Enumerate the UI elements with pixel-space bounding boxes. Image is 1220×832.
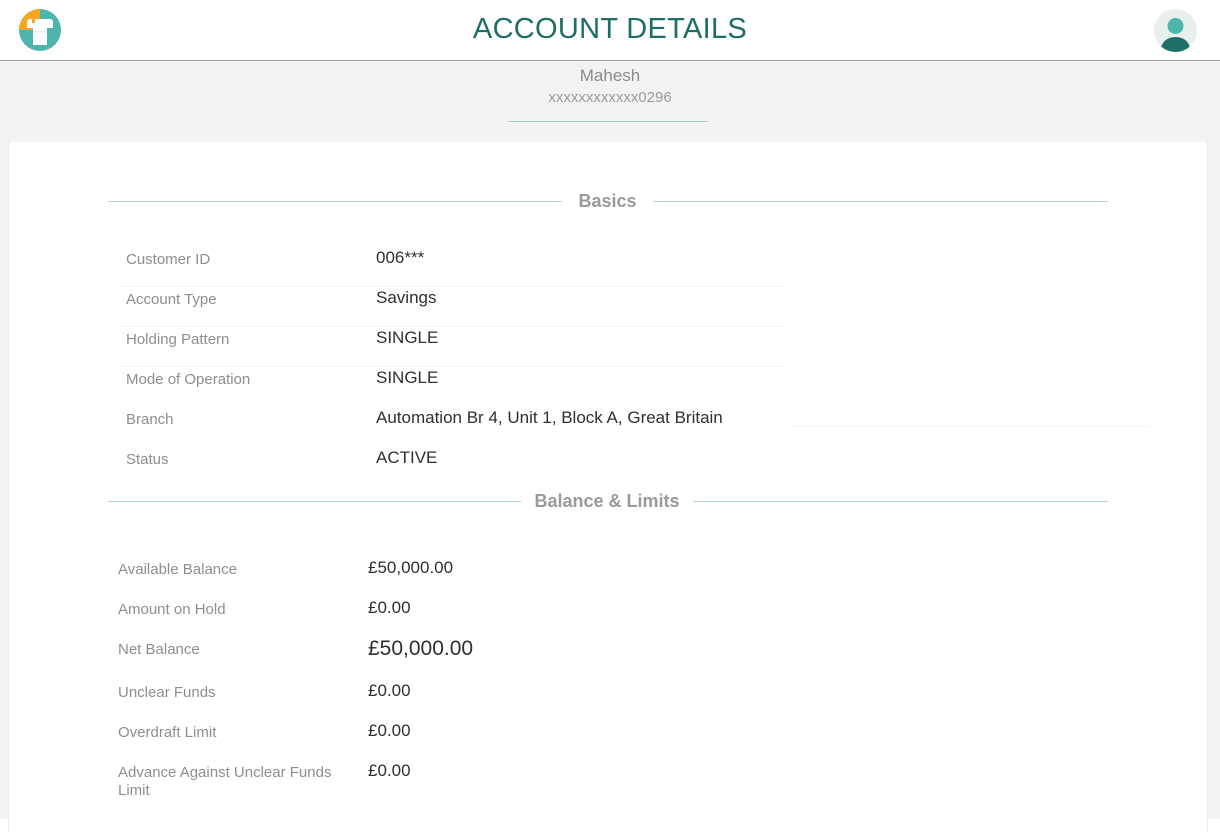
label-net-balance: Net Balance [118, 641, 200, 658]
label-advance-against-unclear-funds-limit: Advance Against Unclear Funds Limit [118, 764, 332, 799]
value-account-type: Savings [376, 288, 437, 307]
value-amount-on-hold: £0.00 [368, 598, 411, 617]
value-branch: Automation Br 4, Unit 1, Block A, Great … [376, 408, 723, 427]
label-account-type: Account Type [126, 291, 217, 308]
account-underline [508, 121, 708, 122]
label-available-balance: Available Balance [118, 561, 237, 578]
label-unclear-funds: Unclear Funds [118, 684, 216, 701]
section-divider [108, 501, 521, 502]
value-mode-of-operation: SINGLE [376, 368, 439, 387]
section-title-balance-limits: Balance & Limits [534, 491, 680, 511]
row-divider [118, 366, 783, 367]
label-mode-of-operation: Mode of Operation [126, 371, 251, 388]
value-status: ACTIVE [376, 448, 438, 467]
label-customer-id: Customer ID [126, 251, 211, 268]
account-number: xxxxxxxxxxxx0296 [548, 89, 672, 106]
section-divider [693, 501, 1108, 502]
top-bar: ACCOUNT DETAILS [0, 0, 1220, 61]
value-holding-pattern: SINGLE [376, 328, 439, 347]
user-avatar-icon[interactable] [1154, 9, 1197, 52]
label-overdraft-limit: Overdraft Limit [118, 724, 217, 741]
account-holder-name: Mahesh [579, 66, 641, 85]
label-holding-pattern: Holding Pattern [126, 331, 230, 348]
label-status: Status [126, 451, 169, 468]
label-amount-on-hold: Amount on Hold [118, 601, 226, 618]
right-gutter [1208, 142, 1220, 819]
left-gutter [0, 142, 8, 819]
row-divider [118, 286, 783, 287]
section-divider [653, 201, 1108, 202]
value-advance-against-unclear-funds-limit: £0.00 [368, 761, 411, 780]
page-title: ACCOUNT DETAILS [472, 13, 748, 45]
value-customer-id: 006*** [376, 248, 425, 267]
value-overdraft-limit: £0.00 [368, 721, 411, 740]
value-net-balance: £50,000.00 [368, 637, 474, 660]
value-available-balance: £50,000.00 [368, 558, 454, 577]
section-title-basics: Basics [578, 191, 637, 211]
label-branch: Branch [126, 411, 174, 428]
value-unclear-funds: £0.00 [368, 681, 411, 700]
row-divider [118, 326, 783, 327]
row-divider [790, 426, 1150, 427]
section-divider [108, 201, 562, 202]
